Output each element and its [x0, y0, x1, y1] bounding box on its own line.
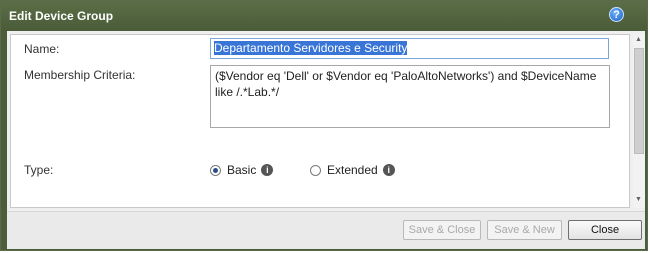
extended-radio[interactable]	[310, 164, 321, 176]
name-input-value: Departamento Servidores e Security	[214, 41, 408, 55]
name-input[interactable]: Departamento Servidores e Security	[210, 38, 609, 59]
dialog-body: Name: Departamento Servidores e Security…	[7, 31, 645, 249]
save-new-button[interactable]: Save & New	[487, 220, 562, 240]
dialog-footer: Save & Close Save & New Close	[7, 211, 645, 249]
type-option-basic[interactable]: Basic i	[210, 163, 274, 177]
name-label: Name:	[24, 42, 60, 56]
type-label: Type:	[24, 163, 54, 177]
scroll-up-arrow-icon[interactable]: ▲	[635, 36, 642, 43]
extended-info-icon[interactable]: i	[382, 164, 395, 176]
vertical-scrollbar[interactable]: ▲ ▼	[633, 34, 645, 208]
dialog-title: Edit Device Group	[9, 9, 114, 23]
close-button[interactable]: Close	[568, 220, 642, 240]
extended-label: Extended	[327, 163, 378, 177]
basic-radio[interactable]	[210, 164, 221, 176]
scrollbar-thumb[interactable]	[634, 48, 644, 154]
edit-device-group-dialog: Edit Device Group ? Name: Departamento S…	[0, 0, 648, 251]
membership-criteria-textarea[interactable]: ($Vendor eq 'Dell' or $Vendor eq 'PaloAl…	[210, 65, 610, 128]
basic-label: Basic	[227, 163, 257, 177]
scroll-down-arrow-icon[interactable]: ▼	[635, 196, 642, 203]
type-option-extended[interactable]: Extended i	[310, 163, 395, 177]
dialog-titlebar[interactable]: Edit Device Group ?	[1, 1, 647, 31]
help-icon[interactable]: ?	[609, 7, 624, 22]
membership-criteria-label: Membership Criteria:	[24, 68, 136, 82]
form-area: Name: Departamento Servidores e Security…	[10, 34, 630, 208]
save-close-button[interactable]: Save & Close	[403, 220, 481, 240]
basic-info-icon[interactable]: i	[261, 164, 274, 176]
